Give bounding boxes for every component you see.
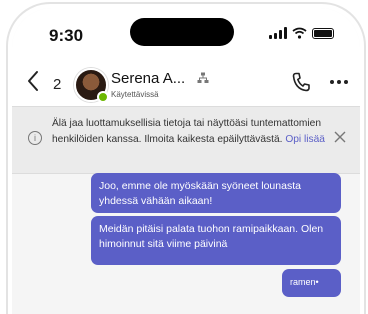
back-chevron-icon[interactable] bbox=[26, 70, 40, 92]
unread-count: 2 bbox=[53, 76, 62, 93]
learn-more-link[interactable]: Opi lisää bbox=[285, 134, 325, 145]
contact-name[interactable]: Serena A... bbox=[111, 70, 185, 87]
phone-frame: 9:30 2 Serena A... Käytettävissä i Älä j… bbox=[6, 2, 366, 314]
signal-icon bbox=[269, 27, 287, 39]
banner-text-block: Älä jaa luottamuksellisia tietoja tai nä… bbox=[52, 116, 327, 148]
chat-header: 2 Serena A... Käytettävissä bbox=[12, 60, 360, 106]
wifi-icon bbox=[292, 27, 307, 39]
message-bubble[interactable]: Joo, emme ole myöskään syöneet lounasta … bbox=[91, 173, 341, 213]
info-icon: i bbox=[28, 131, 42, 145]
screen: 9:30 2 Serena A... Käytettävissä i Älä j… bbox=[12, 8, 360, 314]
close-icon[interactable] bbox=[334, 131, 346, 143]
org-chart-icon[interactable] bbox=[197, 72, 209, 84]
message-bubble[interactable]: ramen• bbox=[282, 269, 341, 297]
status-time: 9:30 bbox=[49, 26, 84, 45]
message-bubble[interactable]: Meidän pitäisi palata tuohon ramipaikkaa… bbox=[91, 216, 341, 265]
contact-status: Käytettävissä bbox=[111, 90, 159, 99]
dynamic-island bbox=[130, 18, 234, 46]
status-bar: 9:30 bbox=[12, 8, 360, 60]
security-banner: i Älä jaa luottamuksellisia tietoja tai … bbox=[12, 106, 360, 174]
battery-icon bbox=[312, 28, 334, 39]
status-icons bbox=[269, 27, 334, 39]
more-options-icon[interactable] bbox=[330, 80, 348, 84]
phone-call-icon[interactable] bbox=[292, 72, 310, 92]
banner-message: Älä jaa luottamuksellisia tietoja tai nä… bbox=[52, 118, 321, 145]
presence-available-icon bbox=[97, 91, 109, 103]
